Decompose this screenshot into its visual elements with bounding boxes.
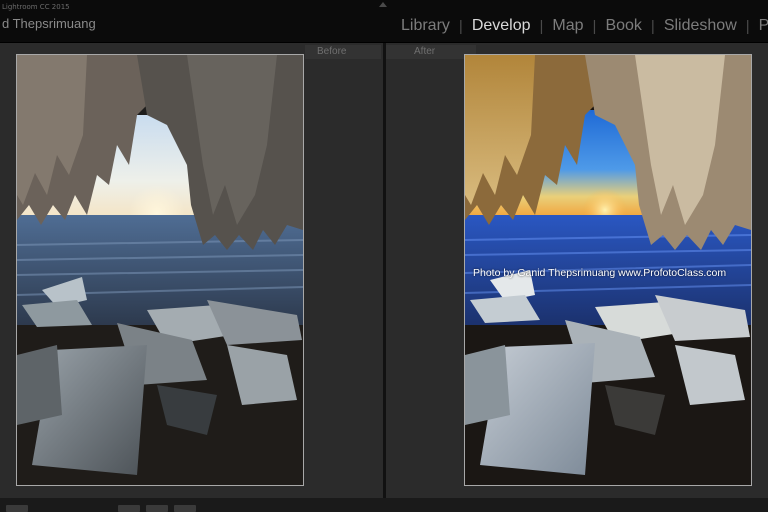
photo-watermark: Photo by Ganid Thepsrimuang www.ProfotoC… bbox=[473, 267, 727, 279]
after-photo[interactable]: Photo by Ganid Thepsrimuang www.ProfotoC… bbox=[464, 54, 752, 486]
view-mode-button[interactable] bbox=[6, 505, 28, 512]
after-label: After bbox=[386, 45, 476, 59]
before-photo[interactable] bbox=[16, 54, 304, 486]
module-picker: Library | Develop | Map | Book | Slidesh… bbox=[392, 17, 768, 35]
before-after-toggle-button[interactable] bbox=[118, 505, 140, 512]
identity-plate[interactable]: d Thepsrimuang bbox=[2, 16, 96, 31]
copy-settings-button[interactable] bbox=[174, 505, 196, 512]
module-print[interactable]: Pri bbox=[750, 17, 768, 35]
module-picker-bar: Lightroom CC 2015 d Thepsrimuang Library… bbox=[0, 0, 768, 43]
module-book[interactable]: Book bbox=[596, 17, 650, 35]
app-name: Lightroom CC 2015 bbox=[2, 3, 70, 11]
module-library[interactable]: Library bbox=[392, 17, 459, 35]
before-label: Before bbox=[305, 45, 381, 59]
module-map[interactable]: Map bbox=[543, 17, 592, 35]
module-slideshow[interactable]: Slideshow bbox=[655, 17, 746, 35]
swap-settings-button[interactable] bbox=[146, 505, 168, 512]
collapse-top-panel-icon[interactable] bbox=[379, 2, 387, 7]
bottom-toolbar bbox=[0, 498, 768, 512]
module-develop[interactable]: Develop bbox=[463, 17, 540, 35]
